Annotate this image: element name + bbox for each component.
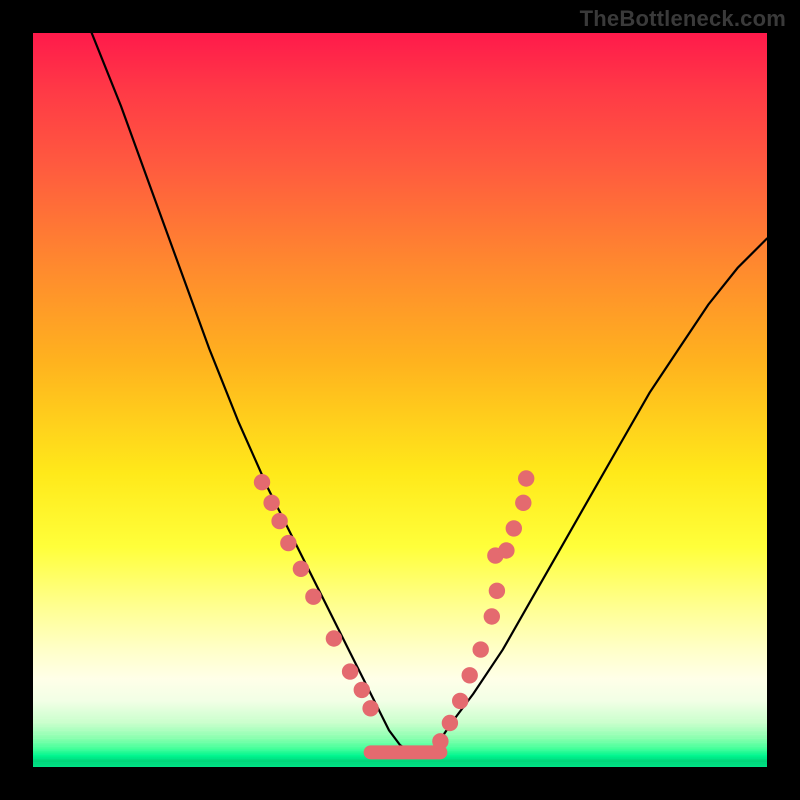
marker-dot [305, 589, 321, 605]
marker-dot [506, 520, 522, 536]
chart-frame: TheBottleneck.com [0, 0, 800, 800]
marker-dot [515, 495, 531, 511]
marker-dots [254, 470, 535, 749]
marker-dot [484, 608, 500, 624]
marker-dot [362, 700, 378, 716]
marker-dot [462, 667, 478, 683]
watermark-text: TheBottleneck.com [580, 6, 786, 32]
bottleneck-curve [92, 33, 767, 752]
marker-dot [354, 682, 370, 698]
marker-dot [254, 474, 270, 490]
marker-dot [326, 630, 342, 646]
marker-dot [342, 663, 358, 679]
marker-dot [263, 495, 279, 511]
marker-dot [518, 470, 534, 486]
marker-dot [271, 513, 287, 529]
marker-dot [489, 583, 505, 599]
marker-dot [498, 542, 514, 558]
marker-dot [473, 641, 489, 657]
plot-area [33, 33, 767, 767]
marker-dot [293, 561, 309, 577]
marker-dot [432, 733, 448, 749]
marker-dot [442, 715, 458, 731]
curve-svg [33, 33, 767, 767]
marker-dot [280, 535, 296, 551]
marker-dot [452, 693, 468, 709]
